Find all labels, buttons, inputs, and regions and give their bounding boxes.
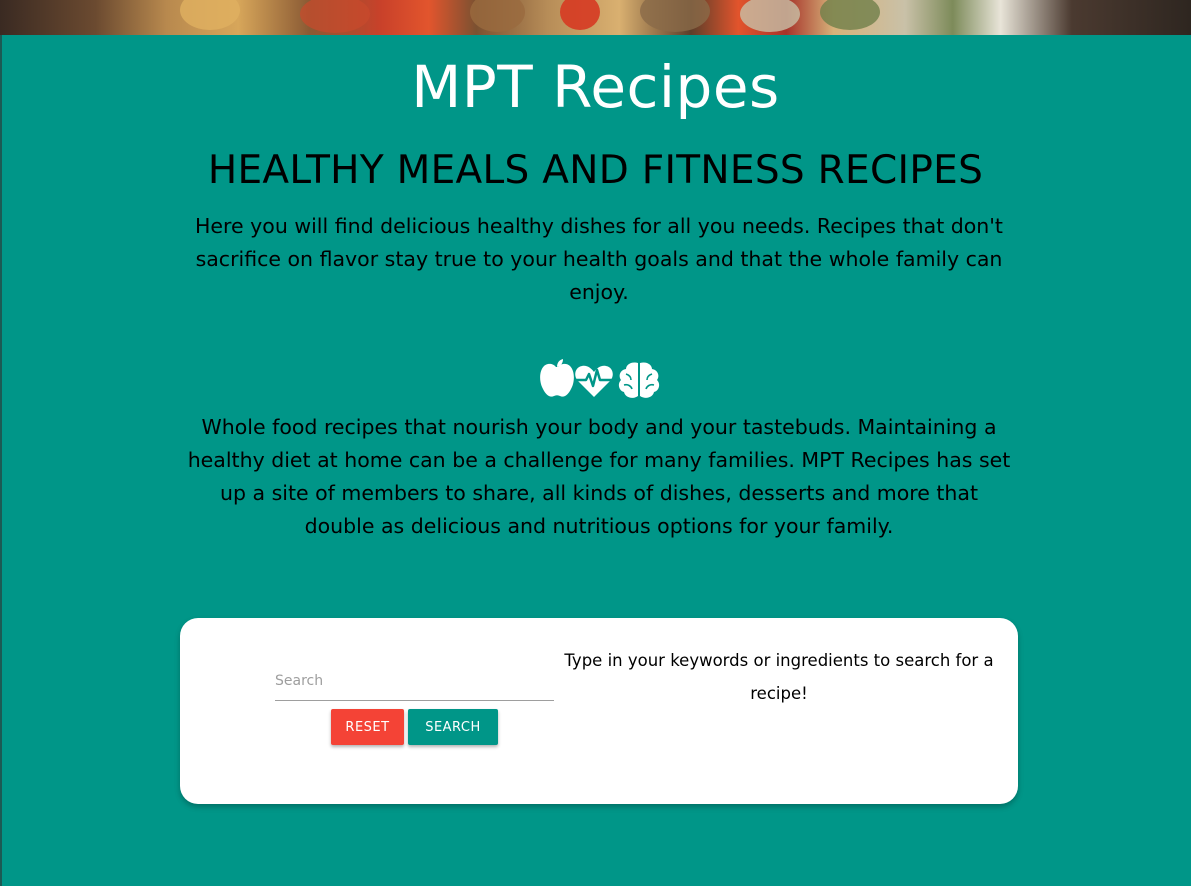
apple-icon — [540, 359, 574, 397]
description-text: Whole food recipes that nourish your bod… — [187, 415, 1011, 538]
intro-text: Here you will find delicious healthy dis… — [195, 214, 1003, 304]
search-button[interactable]: SEARCH — [408, 709, 498, 745]
heartbeat-icon — [575, 365, 613, 397]
search-card: RESET SEARCH Type in your keywords or in… — [180, 618, 1018, 804]
site-subtitle: HEALTHY MEALS AND FITNESS RECIPES — [207, 148, 984, 193]
search-input[interactable] — [275, 662, 554, 701]
health-icons — [538, 358, 662, 400]
reset-button[interactable]: RESET — [331, 709, 404, 745]
search-hint: Type in your keywords or ingredients to … — [564, 651, 994, 703]
site-title: MPT Recipes — [411, 53, 780, 121]
hero-food-image — [0, 0, 1191, 35]
brain-icon — [618, 362, 660, 398]
